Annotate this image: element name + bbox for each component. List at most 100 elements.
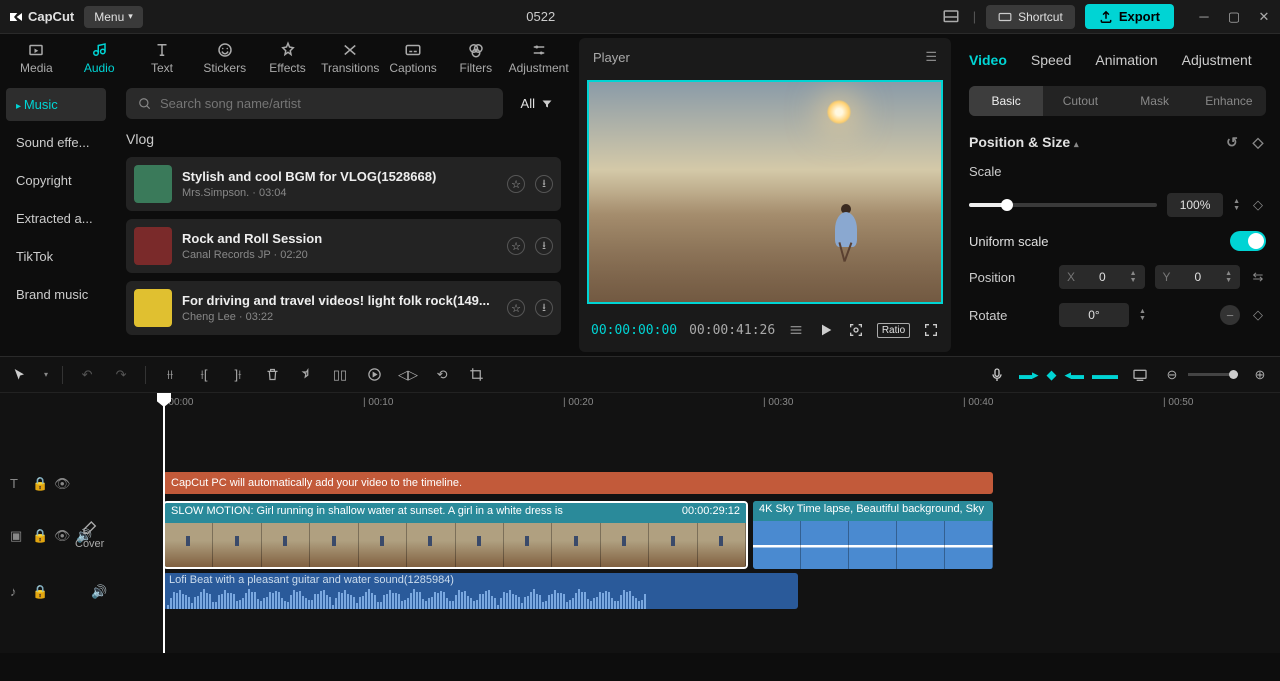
magnet-3-icon[interactable]: ◂▬ <box>1064 367 1084 383</box>
player-menu-icon[interactable]: ☰ <box>925 49 937 65</box>
right-tab-video[interactable]: Video <box>969 52 1007 68</box>
lock-icon[interactable]: 🔒 <box>32 528 46 542</box>
search-input[interactable] <box>160 96 491 111</box>
marker-tool[interactable] <box>296 365 316 385</box>
sub-tab-mask[interactable]: Mask <box>1118 86 1192 116</box>
audio-clip[interactable]: Lofi Beat with a pleasant guitar and wat… <box>163 573 798 609</box>
sub-tab-basic[interactable]: Basic <box>969 86 1043 116</box>
sub-tab-enhance[interactable]: Enhance <box>1192 86 1266 116</box>
sub-tab-cutout[interactable]: Cutout <box>1043 86 1117 116</box>
list-icon[interactable] <box>787 320 804 340</box>
ruler-tick: | 00:10 <box>363 397 393 408</box>
eye-icon[interactable]: 👁 <box>54 528 68 542</box>
split-tool[interactable]: ⟊⟊ <box>160 365 180 385</box>
tab-transitions[interactable]: Transitions <box>320 36 381 80</box>
sidebar-item-tiktok[interactable]: TikTok <box>6 240 106 273</box>
keyframe-icon[interactable]: ◇ <box>1250 134 1266 150</box>
right-tab-animation[interactable]: Animation <box>1095 52 1157 68</box>
zoom-out-icon[interactable]: ⊖ <box>1162 365 1182 385</box>
time-ruler[interactable]: | 00:00| 00:10| 00:20| 00:30| 00:40| 00:… <box>115 393 1280 417</box>
sidebar-item-sound-effe-[interactable]: Sound effe... <box>6 126 106 159</box>
speed-tool[interactable] <box>364 365 384 385</box>
mirror-tool[interactable]: ◁▷ <box>398 365 418 385</box>
playhead[interactable] <box>163 393 165 653</box>
link-xy-icon[interactable]: ⇆ <box>1250 269 1266 285</box>
rotate-value[interactable]: 0° <box>1059 303 1129 327</box>
tab-filters[interactable]: Filters <box>445 36 506 80</box>
sidebar-item-music[interactable]: Music <box>6 88 106 121</box>
magnet-4-icon[interactable]: ▬▬ <box>1092 367 1118 383</box>
crop-tool[interactable] <box>466 365 486 385</box>
video-clip-1[interactable]: SLOW MOTION: Girl running in shallow wat… <box>163 501 748 569</box>
magnet-1-icon[interactable]: ▬▸ <box>1019 367 1039 383</box>
rotate-stepper[interactable]: ▲▼ <box>1139 308 1146 322</box>
music-track-item[interactable]: For driving and travel videos! light fol… <box>126 281 561 335</box>
shortcut-button[interactable]: Shortcut <box>986 5 1075 29</box>
crop-frame-tool[interactable]: ▯▯ <box>330 365 350 385</box>
zoom-slider[interactable] <box>1188 373 1238 376</box>
favorite-icon[interactable]: ☆ <box>507 175 525 193</box>
right-tab-speed[interactable]: Speed <box>1031 52 1071 68</box>
search-box[interactable] <box>126 88 503 119</box>
fullscreen-icon[interactable] <box>922 320 939 340</box>
scale-stepper[interactable]: ▲▼ <box>1233 198 1240 212</box>
favorite-icon[interactable]: ☆ <box>507 299 525 317</box>
mute-icon[interactable]: 🔊 <box>91 584 105 598</box>
music-track-item[interactable]: Stylish and cool BGM for VLOG(1528668)Mr… <box>126 157 561 211</box>
video-clip-2[interactable]: 4K Sky Time lapse, Beautiful background,… <box>753 501 993 569</box>
keyframe-rotate-icon[interactable]: ◇ <box>1250 307 1266 323</box>
mic-icon[interactable] <box>987 365 1007 385</box>
tab-captions[interactable]: Captions <box>383 36 444 80</box>
layout-icon[interactable] <box>939 5 963 29</box>
uniform-scale-toggle[interactable] <box>1230 231 1266 251</box>
text-clip[interactable]: CapCut PC will automatically add your vi… <box>163 472 993 494</box>
trim-left-tool[interactable]: ⟊[ <box>194 365 214 385</box>
music-track-item[interactable]: Rock and Roll SessionCanal Records JP · … <box>126 219 561 273</box>
tab-adjustment[interactable]: Adjustment <box>508 36 569 80</box>
position-label: Position <box>969 270 1049 285</box>
tab-text[interactable]: Text <box>132 36 193 80</box>
video-preview[interactable] <box>587 80 943 304</box>
position-y-input[interactable]: Y 0 ▲▼ <box>1155 265 1241 289</box>
download-icon[interactable]: ⭳ <box>535 299 553 317</box>
sidebar-item-copyright[interactable]: Copyright <box>6 164 106 197</box>
play-button[interactable] <box>816 320 836 340</box>
magnet-2-icon[interactable]: ◆ <box>1046 367 1056 383</box>
delete-tool[interactable] <box>262 365 282 385</box>
window-maximize[interactable]: ▢ <box>1226 9 1242 25</box>
rotate-tool[interactable]: ⟲ <box>432 365 452 385</box>
window-minimize[interactable]: ─ <box>1196 9 1212 25</box>
download-icon[interactable]: ⭳ <box>535 175 553 193</box>
window-close[interactable]: ✕ <box>1256 9 1272 25</box>
scale-slider[interactable] <box>969 203 1157 207</box>
zoom-in-icon[interactable]: ⊕ <box>1250 365 1270 385</box>
preview-icon[interactable] <box>1130 365 1150 385</box>
filter-button[interactable]: All <box>513 90 561 117</box>
scale-value[interactable]: 100% <box>1167 193 1223 217</box>
sidebar-item-brand-music[interactable]: Brand music <box>6 278 106 311</box>
eye-icon[interactable]: 👁 <box>54 476 68 490</box>
redo-icon[interactable]: ↷ <box>111 365 131 385</box>
cover-button[interactable]: Cover <box>75 520 104 550</box>
tab-stickers[interactable]: Stickers <box>194 36 255 80</box>
ratio-button[interactable]: Ratio <box>877 323 910 338</box>
undo-icon[interactable]: ↶ <box>77 365 97 385</box>
tab-effects[interactable]: Effects <box>257 36 318 80</box>
sidebar-item-extracted-a-[interactable]: Extracted a... <box>6 202 106 235</box>
lock-icon[interactable]: 🔒 <box>32 476 46 490</box>
menu-button[interactable]: Menu ▾ <box>84 6 143 28</box>
selection-tool[interactable] <box>10 365 30 385</box>
rotate-minus-icon[interactable]: − <box>1220 305 1240 325</box>
tab-audio[interactable]: Audio <box>69 36 130 80</box>
trim-right-tool[interactable]: ]⟊ <box>228 365 248 385</box>
export-button[interactable]: Export <box>1085 4 1174 29</box>
tab-media[interactable]: Media <box>6 36 67 80</box>
favorite-icon[interactable]: ☆ <box>507 237 525 255</box>
position-x-input[interactable]: X 0 ▲▼ <box>1059 265 1145 289</box>
lock-icon[interactable]: 🔒 <box>32 584 46 598</box>
scan-icon[interactable] <box>848 320 865 340</box>
download-icon[interactable]: ⭳ <box>535 237 553 255</box>
keyframe-scale-icon[interactable]: ◇ <box>1250 197 1266 213</box>
reset-icon[interactable]: ↺ <box>1224 134 1240 150</box>
right-tab-adjustment[interactable]: Adjustment <box>1182 52 1252 68</box>
